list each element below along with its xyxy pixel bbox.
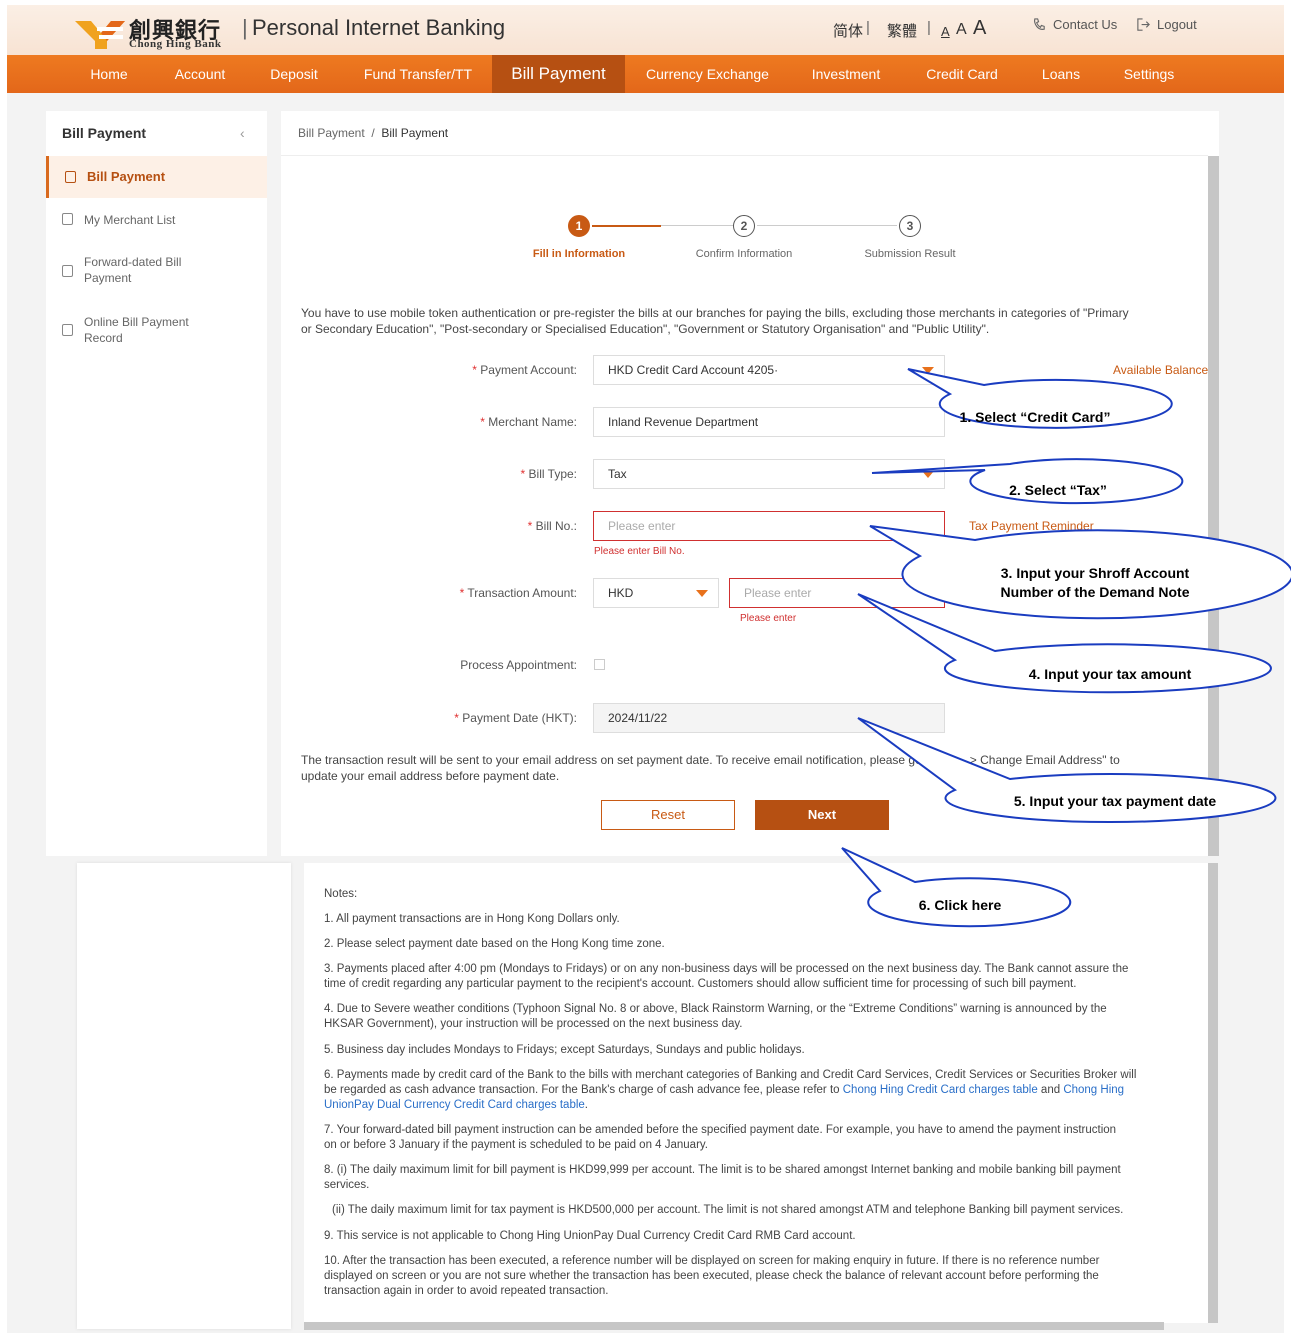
callout-2-text: 2. Select “Tax” xyxy=(1009,482,1107,498)
callout-4-text: 4. Input your tax amount xyxy=(1028,666,1192,682)
callout-5-text: 5. Input your tax payment date xyxy=(1013,793,1217,809)
callout-6-text: 6. Click here xyxy=(918,897,1002,913)
callout-1-text: 1. Select “Credit Card” xyxy=(959,409,1111,425)
callout-3-text: 3. Input your Shroff Account Number of th… xyxy=(1000,565,1190,600)
